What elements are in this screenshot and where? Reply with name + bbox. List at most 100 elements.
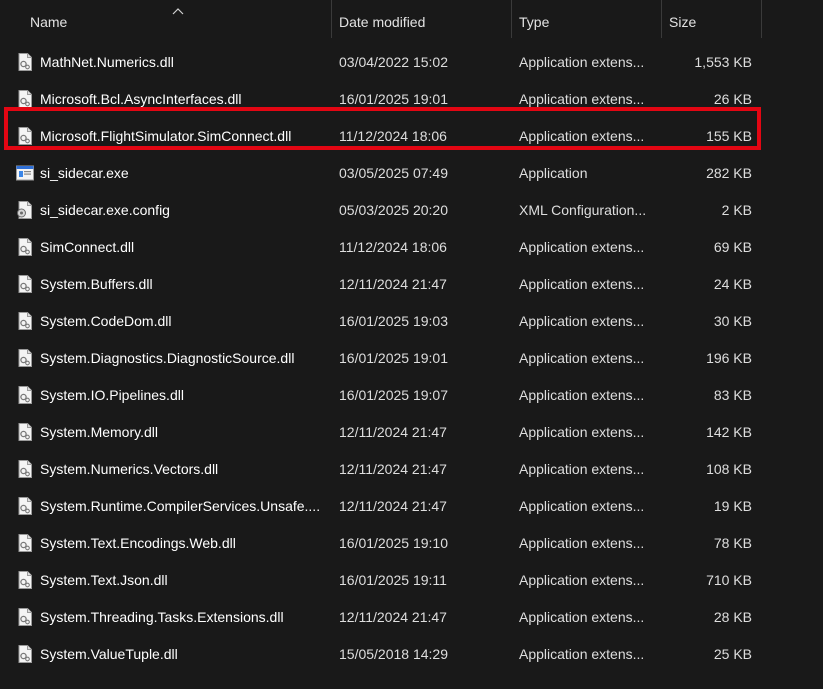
- file-name: System.Diagnostics.DiagnosticSource.dll: [40, 350, 295, 366]
- dll-file-icon: [15, 348, 35, 368]
- dll-file-icon: [15, 274, 35, 294]
- file-date-modified: 12/11/2024 21:47: [339, 498, 447, 514]
- file-row[interactable]: System.Memory.dll 12/11/2024 21:47 Applica…: [0, 414, 823, 451]
- file-type: Application extens...: [519, 498, 645, 514]
- dll-file-icon: [15, 237, 35, 257]
- file-date-modified: 15/05/2018 14:29: [339, 646, 448, 662]
- file-size: 2 KB: [721, 202, 752, 218]
- file-row[interactable]: System.ValueTuple.dll 15/05/2018 14:29 App…: [0, 636, 823, 673]
- file-type: Application extens...: [519, 276, 645, 292]
- file-size: 155 KB: [706, 128, 752, 144]
- file-size: 24 KB: [713, 276, 752, 292]
- file-date-modified: 12/11/2024 21:47: [339, 276, 447, 292]
- sort-ascending-icon: [172, 2, 184, 15]
- file-row[interactable]: System.Text.Json.dll 16/01/2025 19:11 Appl…: [0, 562, 823, 599]
- file-date-modified: 16/01/2025 19:03: [339, 313, 448, 329]
- file-size: 142 KB: [706, 424, 752, 440]
- file-type: Application extens...: [519, 609, 645, 625]
- file-row[interactable]: Microsoft.Bcl.AsyncInterfaces.dll 16/01/2…: [0, 81, 823, 118]
- file-date-modified: 16/01/2025 19:01: [339, 350, 448, 366]
- file-date-modified: 16/01/2025 19:10: [339, 535, 448, 551]
- file-size: 25 KB: [713, 646, 752, 662]
- column-divider[interactable]: [331, 0, 332, 38]
- file-name: System.IO.Pipelines.dll: [40, 387, 184, 403]
- file-name: Microsoft.Bcl.AsyncInterfaces.dll: [40, 91, 242, 107]
- file-row[interactable]: System.Numerics.Vectors.dll 12/11/2024 21…: [0, 451, 823, 488]
- file-name: Microsoft.FlightSimulator.SimConnect.dll: [40, 128, 292, 144]
- file-name: System.ValueTuple.dll: [40, 646, 178, 662]
- column-header-date-modified[interactable]: Date modified: [339, 0, 425, 44]
- file-type: Application extens...: [519, 54, 645, 70]
- file-type: Application extens...: [519, 313, 645, 329]
- file-name: System.Numerics.Vectors.dll: [40, 461, 219, 477]
- dll-file-icon: [15, 644, 35, 664]
- file-row[interactable]: MathNet.Numerics.dll 03/04/2022 15:02 Appl…: [0, 44, 823, 81]
- file-type: Application extens...: [519, 350, 645, 366]
- file-date-modified: 16/01/2025 19:07: [339, 387, 448, 403]
- column-divider[interactable]: [761, 0, 762, 38]
- dll-file-icon: [15, 607, 35, 627]
- file-name: si_sidecar.exe.config: [40, 202, 170, 218]
- column-divider[interactable]: [661, 0, 662, 38]
- dll-file-icon: [15, 496, 35, 516]
- file-row[interactable]: System.Diagnostics.DiagnosticSource.dll 1…: [0, 340, 823, 377]
- file-date-modified: 11/12/2024 18:06: [339, 239, 447, 255]
- file-name: si_sidecar.exe: [40, 165, 129, 181]
- file-row[interactable]: SimConnect.dll 11/12/2024 18:06 Applicatio…: [0, 229, 823, 266]
- dll-file-icon: [15, 570, 35, 590]
- file-row[interactable]: System.Threading.Tasks.Extensions.dll 12/…: [0, 599, 823, 636]
- file-size: 30 KB: [713, 313, 752, 329]
- file-type: Application extens...: [519, 646, 645, 662]
- file-date-modified: 03/05/2025 07:49: [339, 165, 448, 181]
- file-date-modified: 12/11/2024 21:47: [339, 424, 447, 440]
- config-file-icon: [15, 200, 35, 220]
- file-type: Application extens...: [519, 239, 645, 255]
- file-size: 196 KB: [706, 350, 752, 366]
- column-divider[interactable]: [511, 0, 512, 38]
- column-header-row: Name Date modified Type Size: [0, 0, 823, 44]
- file-row[interactable]: si_sidecar.exe.config 05/03/2025 20:20 XML…: [0, 192, 823, 229]
- file-name: System.Runtime.CompilerServices.Unsafe..…: [40, 498, 321, 514]
- file-size: 710 KB: [706, 572, 752, 588]
- file-size: 69 KB: [713, 239, 752, 255]
- file-row[interactable]: System.Runtime.CompilerServices.Unsafe..…: [0, 488, 823, 525]
- file-name: System.Buffers.dll: [40, 276, 153, 292]
- column-header-type[interactable]: Type: [519, 0, 549, 44]
- column-header-size[interactable]: Size: [669, 0, 696, 44]
- dll-file-icon: [15, 422, 35, 442]
- file-row[interactable]: System.CodeDom.dll 16/01/2025 19:03 Applic…: [0, 303, 823, 340]
- dll-file-icon: [15, 52, 35, 72]
- file-row[interactable]: Microsoft.FlightSimulator.SimConnect.dll…: [0, 118, 823, 155]
- file-name: System.CodeDom.dll: [40, 313, 172, 329]
- file-row[interactable]: System.Text.Encodings.Web.dll 16/01/2025 …: [0, 525, 823, 562]
- dll-file-icon: [15, 533, 35, 553]
- file-name: System.Memory.dll: [40, 424, 158, 440]
- file-date-modified: 16/01/2025 19:01: [339, 91, 448, 107]
- file-name: SimConnect.dll: [40, 239, 135, 255]
- file-row[interactable]: System.Buffers.dll 12/11/2024 21:47 Applic…: [0, 266, 823, 303]
- exe-file-icon: [15, 163, 35, 183]
- file-list: MathNet.Numerics.dll 03/04/2022 15:02 Appl…: [0, 44, 823, 689]
- file-row[interactable]: System.IO.Pipelines.dll 16/01/2025 19:07 A…: [0, 377, 823, 414]
- file-type: Application extens...: [519, 91, 645, 107]
- file-date-modified: 12/11/2024 21:47: [339, 609, 447, 625]
- file-size: 1,553 KB: [694, 54, 752, 70]
- dll-file-icon: [15, 89, 35, 109]
- dll-file-icon: [15, 311, 35, 331]
- file-size: 83 KB: [713, 387, 752, 403]
- column-header-name[interactable]: Name: [30, 0, 67, 44]
- file-date-modified: 11/12/2024 18:06: [339, 128, 447, 144]
- file-type: Application extens...: [519, 387, 645, 403]
- file-date-modified: 16/01/2025 19:11: [339, 572, 447, 588]
- file-date-modified: 05/03/2025 20:20: [339, 202, 448, 218]
- file-type: Application: [519, 165, 588, 181]
- dll-file-icon: [15, 385, 35, 405]
- file-date-modified: 03/04/2022 15:02: [339, 54, 448, 70]
- file-type: Application extens...: [519, 572, 645, 588]
- file-size: 19 KB: [713, 498, 752, 514]
- file-row[interactable]: si_sidecar.exe 03/05/2025 07:49 Applicatio…: [0, 155, 823, 192]
- dll-file-icon: [15, 459, 35, 479]
- file-date-modified: 12/11/2024 21:47: [339, 461, 447, 477]
- file-type: Application extens...: [519, 535, 645, 551]
- file-type: Application extens...: [519, 461, 645, 477]
